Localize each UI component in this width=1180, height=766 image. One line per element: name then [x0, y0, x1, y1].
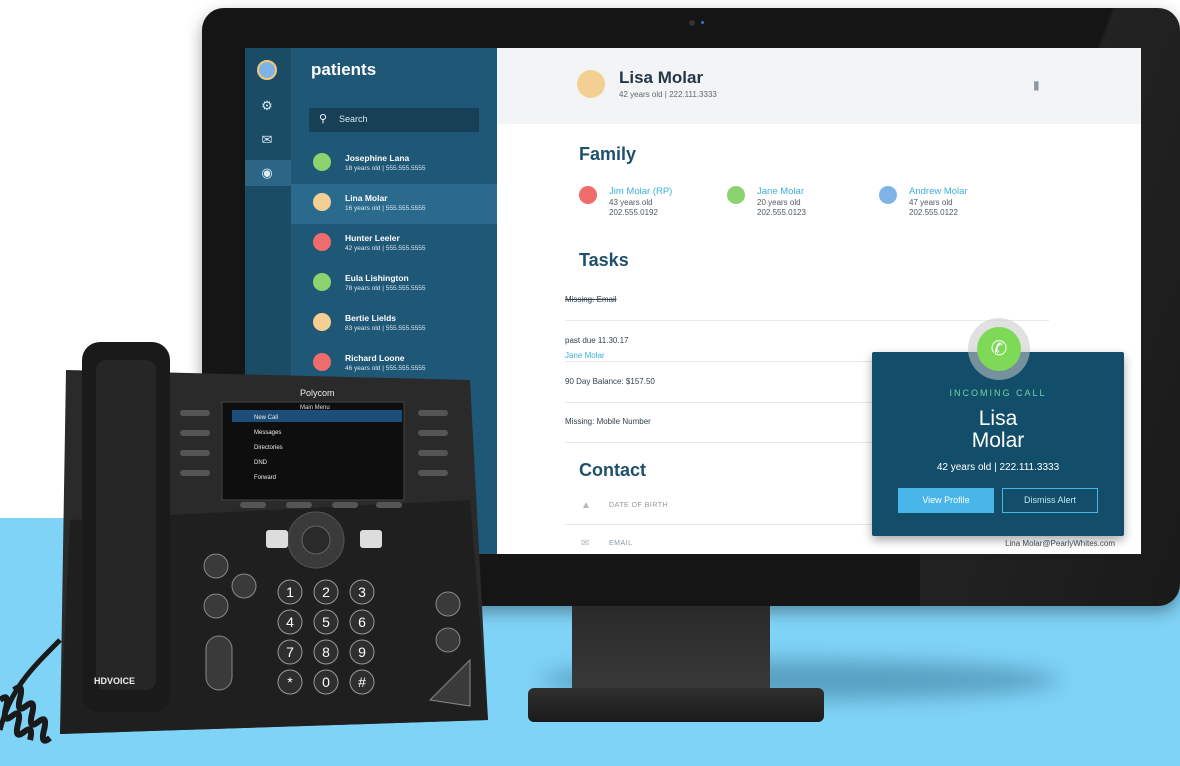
phone-icon[interactable]: ✆	[977, 327, 1021, 371]
family-phone: 202.555.0192	[609, 208, 658, 217]
keypad-key-label: 1	[286, 584, 294, 600]
phone-menu-item[interactable]: Forward	[254, 475, 276, 481]
caller-name: Lisa Molar	[971, 407, 1025, 452]
keypad-key-label: 6	[358, 614, 366, 630]
keypad-key-label: 5	[322, 614, 330, 630]
keypad-key-label: *	[287, 674, 293, 690]
family-age: 47 years old	[909, 198, 953, 207]
cake-icon: ▲	[581, 500, 591, 511]
keypad-key-label: 2	[322, 584, 330, 600]
family-member[interactable]: Andrew Molar 47 years old 202.555.0122	[879, 186, 1029, 226]
phone-menu-item[interactable]: Directories	[254, 445, 283, 451]
call-caption: INCOMING CALL	[949, 388, 1047, 398]
keypad-key-label: 0	[322, 674, 330, 690]
family-name[interactable]: Andrew Molar	[909, 186, 968, 197]
mail-icon: ✉	[581, 538, 590, 549]
phone-cord	[0, 638, 62, 744]
caller-meta: 42 years old | 222.111.3333	[936, 462, 1060, 473]
profile-header: Lisa Molar 42 years old | 222.111.3333 ▮	[497, 48, 1141, 124]
keypad-key-label: 9	[358, 644, 366, 660]
family-heading: Family	[579, 144, 637, 164]
keypad-key-label: #	[358, 674, 366, 690]
family-avatar	[727, 186, 745, 204]
tasks-heading: Tasks	[579, 250, 629, 270]
keypad-key-label: 3	[358, 584, 366, 600]
view-profile-button[interactable]: View Profile	[898, 488, 994, 513]
contact-heading: Contact	[579, 460, 646, 480]
dismiss-alert-button[interactable]: Dismiss Alert	[1002, 488, 1098, 513]
message-icon[interactable]: ▮	[1033, 78, 1040, 92]
profile-avatar	[577, 70, 605, 98]
family-age: 20 years old	[757, 198, 801, 207]
phone-menu-title: Main Menu	[300, 405, 330, 411]
keypad-key-label: 4	[286, 614, 294, 630]
home-key	[360, 530, 382, 548]
desk-phone: Polycom Main Menu New Call Messages Direct…	[0, 342, 488, 744]
phone-menu-item[interactable]: DND	[254, 460, 268, 466]
family-avatar	[579, 186, 597, 204]
family-age: 43 years old	[609, 198, 653, 207]
family-member[interactable]: Jane Molar 20 years old 202.555.0123	[727, 186, 877, 226]
family-avatar	[879, 186, 897, 204]
phone-menu-item[interactable]: New Call	[254, 415, 278, 421]
camera-led	[701, 21, 704, 24]
family-phone: 202.555.0122	[909, 208, 958, 217]
family-member[interactable]: Jim Molar (RP) 43 years old 202.555.0192	[579, 186, 729, 226]
monitor-stand	[572, 606, 770, 698]
phone-menu-item[interactable]: Messages	[254, 430, 281, 436]
family-phone: 202.555.0123	[757, 208, 806, 217]
incoming-call-popup: ✆ INCOMING CALL Lisa Molar 42 years old |…	[872, 318, 1124, 536]
family-name[interactable]: Jane Molar	[757, 186, 804, 197]
profile-name: Lisa Molar	[619, 68, 704, 87]
camera-lens	[689, 20, 695, 26]
hd-voice-badge: HDVOICE	[94, 676, 135, 686]
nav-select	[301, 525, 331, 555]
task-link[interactable]: Jane Molar	[565, 351, 605, 360]
keypad-key-label: 7	[286, 644, 294, 660]
phone-brand: Polycom	[300, 388, 335, 398]
family-name[interactable]: Jim Molar (RP)	[609, 186, 672, 197]
back-key	[266, 530, 288, 548]
task-row[interactable]: Missing: Email	[565, 280, 1049, 321]
keypad-key-label: 8	[322, 644, 330, 660]
profile-meta: 42 years old | 222.111.3333	[619, 90, 717, 99]
monitor-base	[528, 688, 824, 722]
